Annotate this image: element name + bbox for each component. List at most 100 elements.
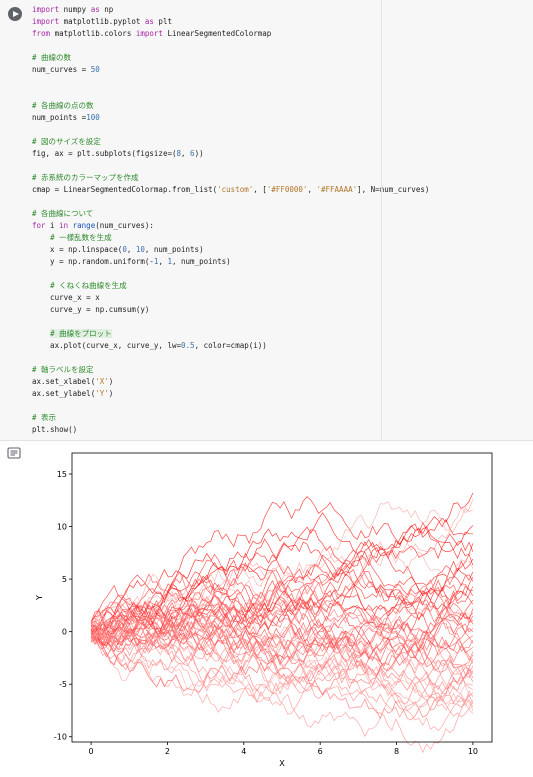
code-line[interactable]: y = np.random.uniform(-1, 1, num_points)	[32, 257, 231, 267]
code-line[interactable]: # 赤系統のカラーマップを作成	[32, 173, 139, 183]
editor-ruler	[381, 0, 382, 440]
code-line[interactable]: # くねくね曲線を生成	[32, 281, 127, 291]
code-token: 'custom'	[217, 185, 254, 194]
code-token: , num_points)	[144, 245, 204, 254]
x-tick-label: 0	[89, 747, 94, 756]
code-line[interactable]: num_points =100	[32, 113, 100, 123]
code-token: )	[108, 389, 114, 398]
code-line[interactable]: # 各曲線について	[32, 209, 93, 219]
code-line[interactable]: from matplotlib.colors import LinearSegm…	[32, 29, 271, 39]
code-token: ax.set_xlabel(	[32, 377, 96, 386]
code-token: num_curves =	[32, 65, 91, 74]
code-editor[interactable]: import numpy as np import matplotlib.pypl…	[32, 5, 429, 437]
code-token: # 軸ラベルを設定	[32, 365, 94, 374]
code-token: # 曲線をプロット	[50, 329, 112, 338]
code-token: plt	[153, 17, 172, 26]
y-tick-label: 15	[57, 470, 67, 479]
y-tick-label: 10	[57, 523, 67, 532]
code-line[interactable]: cmap = LinearSegmentedColormap.from_list…	[32, 185, 429, 195]
code-line[interactable]: ax.set_xlabel('X')	[32, 377, 113, 387]
code-token: as	[144, 17, 154, 26]
code-line[interactable]: # 各曲線の点の数	[32, 101, 94, 111]
code-token: '#FF0000'	[266, 185, 308, 194]
x-tick-label: 2	[165, 747, 170, 756]
code-token: # 図のサイズを設定	[32, 137, 101, 146]
code-token: '#FFAAAA'	[316, 185, 358, 194]
code-line[interactable]: curve_x = x	[32, 293, 100, 303]
code-token: i	[45, 221, 60, 230]
code-token: , color=cmap(i))	[194, 341, 267, 350]
code-line[interactable]: num_curves = 50	[32, 65, 100, 75]
code-line[interactable]: ax.plot(curve_x, curve_y, lw=0.5, color=…	[32, 341, 267, 351]
x-tick-label: 4	[241, 747, 246, 756]
output-chart: 0 2 4 6 8 10 -10 -5 0 5 10 15 X Y	[35, 452, 493, 768]
code-token: in	[59, 221, 69, 230]
code-token: , num_points)	[171, 257, 231, 266]
output-toggle-icon[interactable]	[7, 447, 21, 459]
code-cell[interactable]: import numpy as np import matplotlib.pypl…	[0, 0, 533, 441]
code-line[interactable]: for i in range(num_curves):	[32, 221, 154, 231]
series-line	[90, 614, 474, 695]
code-token: , [	[253, 185, 267, 194]
code-line[interactable]: # 一様乱数を生成	[32, 233, 112, 243]
code-token: ))	[194, 149, 204, 158]
code-token: ax.set_ylabel(	[32, 389, 96, 398]
code-line[interactable]: curve_y = np.cumsum(y)	[32, 305, 149, 315]
code-token: num_points =	[32, 113, 87, 122]
code-token: as	[90, 5, 100, 14]
code-line[interactable]: x = np.linspace(0, 10, num_points)	[32, 245, 204, 255]
run-cell-button[interactable]	[8, 7, 22, 21]
code-token: LinearSegmentedColormap	[162, 29, 272, 38]
y-tick-label: -10	[54, 733, 67, 742]
code-line[interactable]: # 軸ラベルを設定	[32, 365, 94, 375]
code-token: matplotlib.colors	[50, 29, 136, 38]
code-token: cmap = LinearSegmentedColormap.from_list…	[32, 185, 218, 194]
code-token: curve_x = x	[32, 293, 100, 302]
x-axis-label: X	[279, 759, 285, 768]
x-tick-label: 6	[318, 747, 323, 756]
code-token: # 曲線の数	[32, 53, 72, 62]
code-token: for	[32, 221, 46, 230]
code-token: # 表示	[32, 413, 57, 422]
code-token: 100	[86, 113, 100, 122]
y-tick-label: 5	[62, 575, 67, 584]
code-line[interactable]: import numpy as np	[32, 5, 113, 15]
code-token: ], N=num_curves)	[357, 185, 430, 194]
x-tick-label: 8	[394, 747, 399, 756]
code-token: # 一様乱数を生成	[50, 233, 112, 242]
code-token: # 各曲線の点の数	[32, 101, 94, 110]
code-line[interactable]: fig, ax = plt.subplots(figsize=(8, 6))	[32, 149, 204, 159]
code-token: y = np.random.uniform(-	[32, 257, 154, 266]
code-token: from	[32, 29, 51, 38]
code-token: x = np.linspace(	[32, 245, 123, 254]
code-token: ,	[181, 149, 191, 158]
code-token: ,	[126, 245, 136, 254]
code-line[interactable]: import matplotlib.pyplot as plt	[32, 17, 172, 27]
code-token: (num_curves):	[95, 221, 154, 230]
code-line[interactable]: ax.set_ylabel('Y')	[32, 389, 113, 399]
code-token: range	[72, 221, 96, 230]
code-token: # くねくね曲線を生成	[50, 281, 127, 290]
code-token: 'X'	[95, 377, 109, 386]
y-axis-label: Y	[35, 595, 44, 601]
x-tick-label: 10	[468, 747, 478, 756]
code-token: 10	[135, 245, 145, 254]
code-token: 50	[90, 65, 100, 74]
code-token: 'Y'	[95, 389, 109, 398]
code-line[interactable]: plt.show()	[32, 425, 77, 435]
code-token: # 赤系統のカラーマップを作成	[32, 173, 139, 182]
series-line	[90, 632, 474, 687]
code-line[interactable]: # 表示	[32, 413, 56, 423]
code-line[interactable]: # 曲線の数	[32, 53, 71, 63]
code-token: )	[108, 377, 114, 386]
code-token: numpy	[59, 5, 91, 14]
code-line[interactable]: # 曲線をプロット	[32, 329, 112, 339]
code-token: matplotlib.pyplot	[59, 17, 145, 26]
code-token: ax.plot(curve_x, curve_y, lw=	[32, 341, 182, 350]
code-line[interactable]: # 図のサイズを設定	[32, 137, 101, 147]
series-line	[90, 589, 474, 666]
code-token: np	[99, 5, 114, 14]
